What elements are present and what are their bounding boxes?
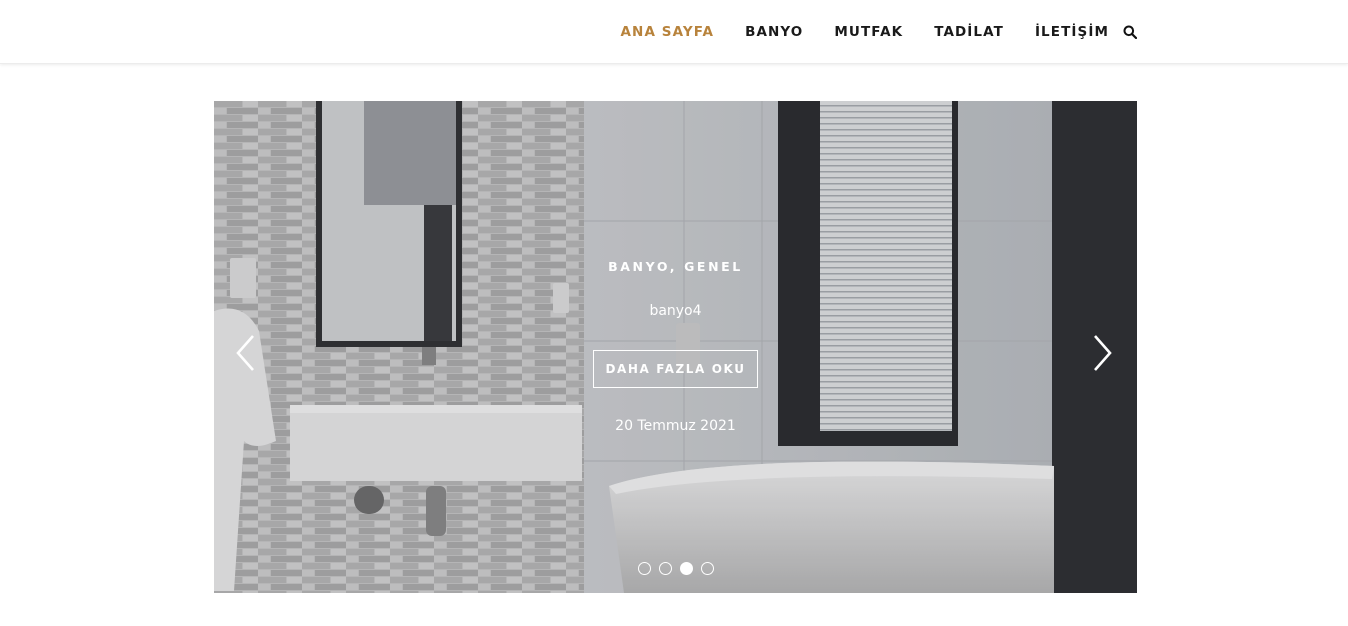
chevron-left-icon[interactable] [234,333,258,373]
chevron-right-icon[interactable] [1090,333,1114,373]
nav-item-mutfak[interactable]: MUTFAK [834,24,903,40]
read-more-button[interactable]: DAHA FAZLA OKU [593,350,758,388]
site-header: ANA SAYFA BANYO MUTFAK TADİLAT İLETİŞİM [0,0,1348,64]
slide-caption: BANYO, GENEL banyo4 DAHA FAZLA OKU 20 Te… [214,101,1137,593]
nav-item-banyo[interactable]: BANYO [745,24,803,40]
featured-slider: BANYO, GENEL banyo4 DAHA FAZLA OKU 20 Te… [214,101,1137,593]
nav-item-ana-sayfa[interactable]: ANA SAYFA [621,24,715,40]
search-icon[interactable] [1123,25,1137,39]
slider-dot[interactable] [638,562,651,575]
slider-dot-active[interactable] [680,562,693,575]
slider-pagination [638,562,714,575]
slider-dot[interactable] [701,562,714,575]
post-title[interactable]: banyo4 [214,303,1137,319]
post-date: 20 Temmuz 2021 [615,418,736,434]
nav-item-iletisim[interactable]: İLETİŞİM [1035,24,1109,40]
main-nav: ANA SAYFA BANYO MUTFAK TADİLAT İLETİŞİM [590,0,1137,63]
slider-dot[interactable] [659,562,672,575]
nav-item-tadilat[interactable]: TADİLAT [934,24,1004,40]
post-category[interactable]: BANYO, GENEL [214,259,1137,274]
